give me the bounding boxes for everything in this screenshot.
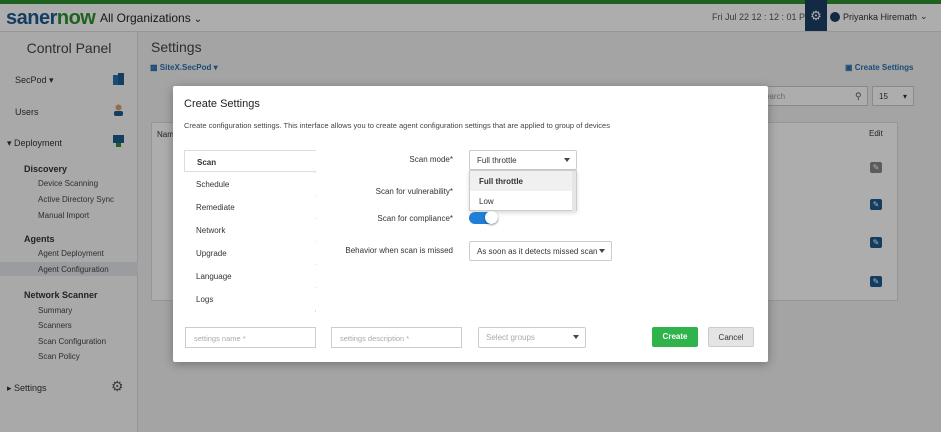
caret-down-icon — [599, 249, 605, 253]
scan-compliance-label: Scan for compliance* — [377, 214, 453, 223]
scan-vulnerability-label: Scan for vulnerability* — [375, 187, 453, 196]
tab-remediate[interactable]: Remediate — [184, 196, 316, 218]
scan-mode-select[interactable]: Full throttle — [469, 150, 577, 170]
dropdown-option-full-throttle[interactable]: Full throttle — [470, 171, 576, 191]
dropdown-option-low[interactable]: Low — [470, 191, 576, 211]
scan-mode-label: Scan mode* — [409, 155, 453, 164]
select-groups-dropdown[interactable]: Select groups — [478, 327, 586, 348]
tab-language[interactable]: Language — [184, 265, 316, 287]
settings-description-input[interactable]: settings description * — [331, 327, 462, 348]
tab-logs[interactable]: Logs — [184, 288, 316, 310]
modal-title: Create Settings — [184, 98, 260, 110]
missed-scan-select[interactable]: As soon as it detects missed scan — [469, 241, 612, 261]
cancel-button[interactable]: Cancel — [708, 327, 754, 347]
caret-down-icon — [564, 158, 570, 162]
tab-schedule[interactable]: Schedule — [184, 173, 316, 195]
modal-description: Create configuration settings. This inte… — [184, 121, 610, 130]
missed-scan-label: Behavior when scan is missed — [345, 246, 453, 255]
settings-tabs: Scan Schedule Remediate Network Upgrade … — [184, 150, 316, 312]
caret-down-icon — [573, 335, 579, 339]
create-button[interactable]: Create — [652, 327, 698, 347]
create-settings-modal: Create Settings Create configuration set… — [173, 86, 768, 362]
tab-network[interactable]: Network — [184, 219, 316, 241]
scan-mode-dropdown: Full throttle Low — [469, 170, 577, 212]
settings-name-input[interactable]: settings name * — [185, 327, 316, 348]
tab-upgrade[interactable]: Upgrade — [184, 242, 316, 264]
toggle-knob — [485, 211, 498, 224]
scan-compliance-toggle[interactable] — [469, 211, 498, 224]
tab-scan[interactable]: Scan — [184, 150, 316, 172]
dropdown-scrollbar[interactable] — [572, 171, 576, 212]
